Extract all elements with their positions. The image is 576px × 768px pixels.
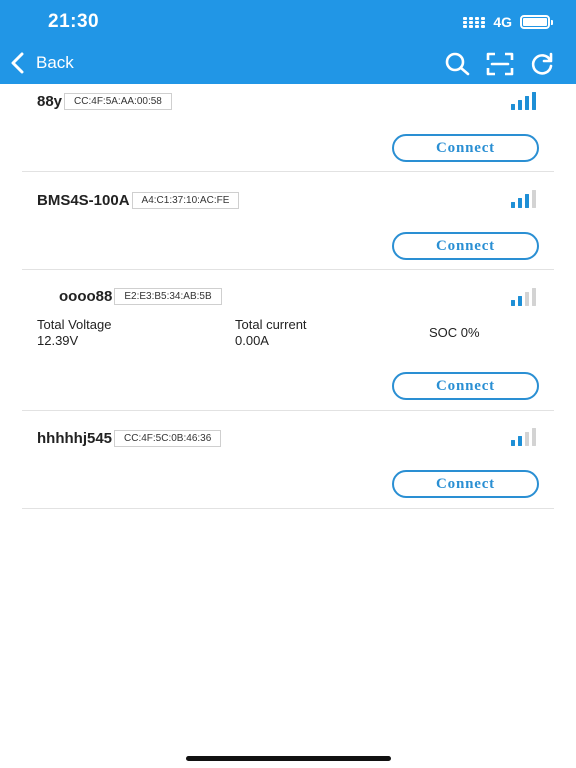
total-voltage-label: Total Voltage <box>37 317 112 332</box>
search-button[interactable] <box>444 51 472 77</box>
total-current: Total current 0.00A <box>235 317 307 349</box>
cellular-signal-icon <box>463 16 486 28</box>
connect-button[interactable]: Connect <box>392 372 539 400</box>
device-name: oooo88 <box>59 288 113 305</box>
total-voltage-value: 12.39V <box>37 333 79 348</box>
device-name: hhhhhj545 <box>37 430 113 447</box>
device-mac: A4:C1:37:10:AC:FE <box>131 192 240 209</box>
signal-strength-icon <box>511 288 536 306</box>
search-icon <box>445 52 470 76</box>
device-header: hhhhhj545 CC:4F:5C:0B:46:36 <box>37 430 222 447</box>
total-current-label: Total current <box>235 317 307 332</box>
battery-metrics: Total Voltage 12.39V Total current 0.00A… <box>37 317 537 353</box>
signal-strength-icon <box>511 190 536 208</box>
scan-icon <box>486 52 514 76</box>
home-indicator <box>186 756 391 761</box>
device-header: 88y CC:4F:5A:AA:00:58 <box>37 93 172 110</box>
device-item: 88y CC:4F:5A:AA:00:58 Connect <box>22 84 554 172</box>
soc-value: SOC 0% <box>429 325 480 340</box>
total-voltage: Total Voltage 12.39V <box>37 317 111 349</box>
device-mac: E2:E3:B5:34:AB:5B <box>114 288 222 305</box>
back-label: Back <box>36 53 74 72</box>
network-type: 4G <box>493 14 512 30</box>
chevron-left-icon <box>11 52 24 74</box>
device-item: hhhhhj545 CC:4F:5C:0B:46:36 Connect <box>22 411 554 509</box>
refresh-button[interactable] <box>528 51 556 77</box>
status-indicators: 4G <box>463 14 553 30</box>
device-header: BMS4S-100A A4:C1:37:10:AC:FE <box>37 192 240 209</box>
device-mac: CC:4F:5A:AA:00:58 <box>64 93 172 110</box>
battery-icon <box>520 15 553 29</box>
signal-strength-icon <box>511 428 536 446</box>
status-bar: 21:30 4G <box>0 0 576 44</box>
device-item: BMS4S-100A A4:C1:37:10:AC:FE Connect <box>22 172 554 270</box>
total-current-value: 0.00A <box>235 333 269 348</box>
connect-button[interactable]: Connect <box>392 470 539 498</box>
device-item: oooo88 E2:E3:B5:34:AB:5B Total Voltage 1… <box>22 270 554 411</box>
nav-bar: Back <box>0 44 576 84</box>
signal-strength-icon <box>511 92 536 110</box>
device-mac: CC:4F:5C:0B:46:36 <box>114 430 222 447</box>
device-list: 88y CC:4F:5A:AA:00:58 Connect BMS4S-100A… <box>22 84 554 509</box>
connect-button[interactable]: Connect <box>392 134 539 162</box>
status-time: 21:30 <box>48 11 100 32</box>
device-header: oooo88 E2:E3:B5:34:AB:5B <box>59 288 222 305</box>
device-name: BMS4S-100A <box>37 192 130 209</box>
scan-button[interactable] <box>486 51 514 77</box>
connect-button[interactable]: Connect <box>392 232 539 260</box>
back-button[interactable]: Back <box>10 52 74 74</box>
device-name: 88y <box>37 93 63 110</box>
refresh-icon <box>531 52 553 75</box>
